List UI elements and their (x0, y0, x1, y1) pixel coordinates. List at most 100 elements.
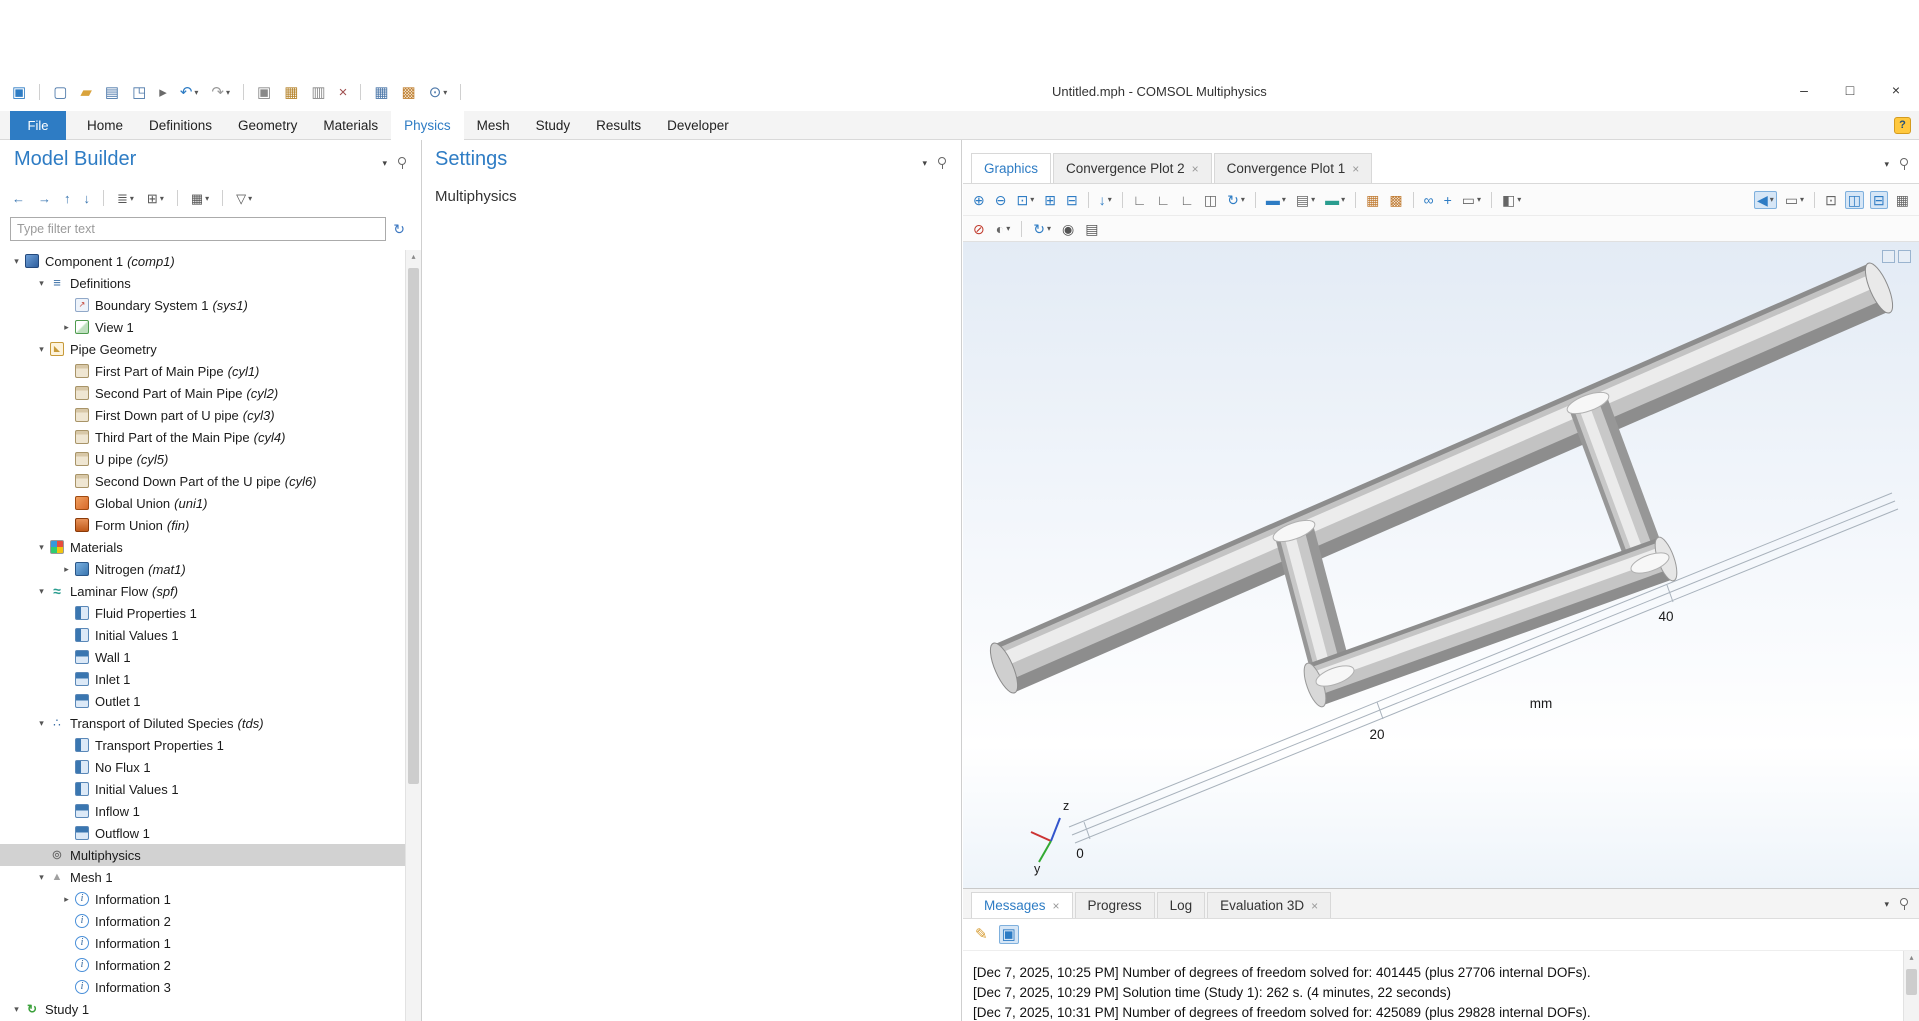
expander-icon[interactable]: ▾ (33, 344, 50, 355)
dropdown-caret-icon[interactable]: ▾ (1108, 195, 1112, 204)
tree-item-third-part-of-the-main-pipe[interactable]: Third Part of the Main Pipe(cyl4) (0, 426, 405, 448)
close-button[interactable]: × (1873, 73, 1919, 107)
close-icon[interactable]: × (1352, 162, 1359, 176)
table-data-button[interactable]: ▦ (372, 84, 390, 101)
app-logo-button[interactable]: ▣ (10, 84, 28, 101)
rotate-scene-button[interactable]: ◀▾ (1754, 191, 1777, 209)
messages-tab-evaluation-3d[interactable]: Evaluation 3D× (1207, 892, 1331, 918)
duplicate-button[interactable]: ▥ (309, 84, 327, 101)
zoom-selected-button[interactable]: ⊟ (1064, 192, 1080, 208)
transparency-button[interactable]: ◐▾ (994, 221, 1012, 237)
expander-icon[interactable]: ▸ (58, 322, 75, 333)
new-file-button[interactable]: ▢ (51, 84, 69, 101)
tree-item-study-1[interactable]: ▾Study 1 (0, 998, 405, 1020)
tree-item-inlet-1[interactable]: Inlet 1 (0, 668, 405, 690)
follow-messages-button[interactable]: ▣ (999, 925, 1019, 944)
report-button[interactable]: ▩ (400, 84, 418, 101)
graphics-tab-graphics[interactable]: Graphics (971, 153, 1051, 183)
tree-item-definitions[interactable]: ▾Definitions (0, 272, 405, 294)
tree-item-outlet-1[interactable]: Outlet 1 (0, 690, 405, 712)
dropdown-caret-icon[interactable]: ▾ (1006, 224, 1010, 233)
messages-scrollbar[interactable]: ▴ (1903, 951, 1919, 1021)
split-vertical-button[interactable]: ⊟ (1870, 191, 1888, 209)
delete-button[interactable]: × (337, 84, 350, 101)
clip-plane-button[interactable]: ⊘ (971, 221, 987, 237)
scene-color-button[interactable]: ▬▾ (1264, 192, 1288, 208)
help-button[interactable]: ? (1894, 117, 1911, 134)
pin-icon[interactable] (1898, 897, 1909, 911)
zoom-out-button[interactable]: ⊖ (993, 192, 1009, 208)
zoom-in-button[interactable]: ⊕ (971, 192, 987, 208)
dropdown-caret-icon[interactable]: ▾ (443, 88, 447, 97)
pin-icon[interactable] (1898, 157, 1909, 171)
run-button[interactable]: ▸ (157, 84, 169, 101)
close-icon[interactable]: × (1192, 162, 1199, 176)
dropdown-caret-icon[interactable]: ▾ (248, 194, 252, 203)
dropdown-caret-icon[interactable]: ▾ (1047, 224, 1051, 233)
graphics-tab-convergence-plot-1[interactable]: Convergence Plot 1× (1214, 153, 1373, 183)
tree-item-fluid-properties-1[interactable]: Fluid Properties 1 (0, 602, 405, 624)
filter-refresh-icon[interactable]: ↻ (393, 221, 405, 238)
scroll-up-icon[interactable]: ▴ (1904, 951, 1919, 965)
dropdown-caret-icon[interactable]: ▾ (1311, 195, 1315, 204)
tree-item-no-flux-1[interactable]: No Flux 1 (0, 756, 405, 778)
tree-item-initial-values-1[interactable]: Initial Values 1 (0, 624, 405, 646)
save-file-button[interactable]: ▤ (103, 84, 121, 101)
pin-icon[interactable] (396, 156, 407, 170)
move-up-button[interactable]: ↑ (62, 191, 73, 206)
viewport-button-2[interactable] (1898, 250, 1911, 263)
tree-item-second-part-of-main-pipe[interactable]: Second Part of Main Pipe(cyl2) (0, 382, 405, 404)
dropdown-caret-icon[interactable]: ▾ (1341, 195, 1345, 204)
ribbon-tab-materials[interactable]: Materials (310, 111, 391, 140)
messages-tab-progress[interactable]: Progress (1075, 892, 1155, 918)
redo-button[interactable]: ↷▾ (209, 84, 232, 101)
color-table-button[interactable]: ▤▾ (1294, 192, 1317, 208)
window-layout-button[interactable]: ▭▾ (1783, 192, 1806, 208)
messages-tab-messages[interactable]: Messages× (971, 892, 1073, 918)
tree-item-initial-values-1[interactable]: Initial Values 1 (0, 778, 405, 800)
expander-icon[interactable]: ▾ (33, 872, 50, 883)
tree-item-mesh-1[interactable]: ▾Mesh 1 (0, 866, 405, 888)
preview-button[interactable]: ◳ (130, 84, 148, 101)
dropdown-caret-icon[interactable]: ▾ (1241, 195, 1245, 204)
expander-icon[interactable]: ▾ (33, 278, 50, 289)
columns-button[interactable]: ▦▾ (189, 191, 211, 206)
panel-menu-caret-icon[interactable]: ▾ (1884, 159, 1889, 170)
search-tools-button[interactable]: ⊙▾ (427, 84, 450, 101)
split-horizontal-button[interactable]: ◫ (1845, 191, 1864, 209)
minimize-button[interactable]: – (1781, 73, 1827, 107)
go-back-button[interactable]: ← (10, 191, 27, 206)
tree-item-view-1[interactable]: ▸View 1 (0, 316, 405, 338)
close-icon[interactable]: × (1053, 899, 1060, 913)
measure-button[interactable]: + (1442, 192, 1454, 208)
paste-button[interactable]: ▦ (282, 84, 300, 101)
ribbon-tab-mesh[interactable]: Mesh (464, 111, 523, 140)
ribbon-tab-geometry[interactable]: Geometry (225, 111, 310, 140)
dropdown-caret-icon[interactable]: ▾ (1282, 195, 1286, 204)
undo-button[interactable]: ↶▾ (178, 84, 201, 101)
plot-table-button[interactable]: ▦ (1894, 192, 1911, 208)
dropdown-caret-icon[interactable]: ▾ (1030, 195, 1034, 204)
expander-icon[interactable]: ▾ (8, 256, 25, 267)
clear-messages-button[interactable]: ✎ (973, 926, 990, 943)
view-default-button[interactable]: ◫ (1202, 192, 1219, 208)
tree-item-transport-of-diluted-species[interactable]: ▾Transport of Diluted Species(tds) (0, 712, 405, 734)
dropdown-caret-icon[interactable]: ▾ (1517, 195, 1521, 204)
tree-item-transport-properties-1[interactable]: Transport Properties 1 (0, 734, 405, 756)
dropdown-caret-icon[interactable]: ▾ (226, 88, 230, 97)
select-box-button[interactable]: ▦ (1364, 192, 1381, 208)
messages-tab-log[interactable]: Log (1157, 892, 1206, 918)
ribbon-tab-physics[interactable]: Physics (391, 111, 464, 140)
file-menu-button[interactable]: File (10, 111, 66, 140)
tree-item-information-2[interactable]: Information 2 (0, 954, 405, 976)
environment-button[interactable]: ◧▾ (1500, 192, 1523, 208)
maximize-button[interactable]: □ (1827, 73, 1873, 107)
view-zx-button[interactable]: ∟ (1178, 192, 1196, 208)
dropdown-caret-icon[interactable]: ▾ (194, 88, 198, 97)
tree-item-pipe-geometry[interactable]: ▾Pipe Geometry (0, 338, 405, 360)
tree-item-form-union[interactable]: Form Union(fin) (0, 514, 405, 536)
move-down-button[interactable]: ↓ (82, 191, 93, 206)
dropdown-caret-icon[interactable]: ▾ (160, 194, 164, 203)
ribbon-tab-home[interactable]: Home (74, 111, 136, 140)
print-button[interactable]: ▤ (1083, 221, 1100, 237)
